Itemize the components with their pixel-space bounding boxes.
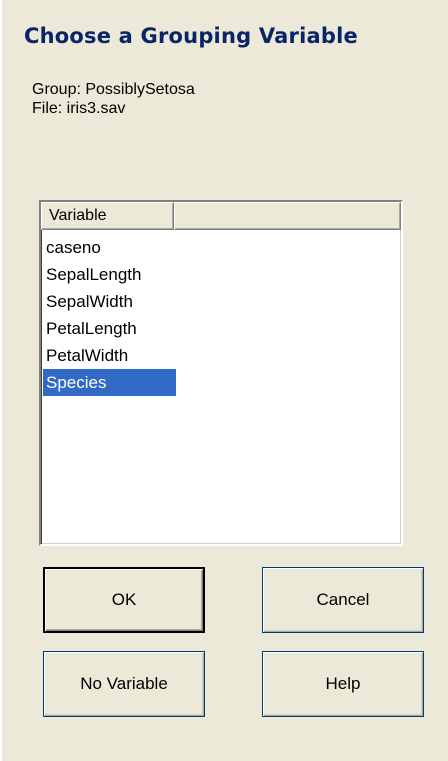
group-label: Group: PossiblySetosa [32,81,195,98]
list-item[interactable]: PetalLength [43,315,141,342]
list-item-selected[interactable]: Species [43,369,176,396]
no-variable-button[interactable]: No Variable [43,651,205,717]
column-header-variable[interactable]: Variable [41,202,174,230]
list-item[interactable]: SepalLength [43,261,145,288]
cancel-button[interactable]: Cancel [262,567,424,633]
list-header: Variable [41,202,401,230]
dialog-title: Choose a Grouping Variable [24,24,358,48]
column-header-blank[interactable] [174,202,401,230]
file-label: File: iris3.sav [32,100,126,117]
list-item[interactable]: caseno [43,234,105,261]
ok-button[interactable]: OK [43,567,205,633]
title-bar: Choose a Grouping Variable [2,0,448,80]
help-button[interactable]: Help [262,651,424,717]
list-item[interactable]: SepalWidth [43,288,137,315]
grouping-variable-dialog: Choose a Grouping Variable Group: Possib… [0,0,448,761]
variable-list[interactable]: Variable caseno SepalLength SepalWidth P… [39,200,403,546]
variable-items: caseno SepalLength SepalWidth PetalLengt… [43,234,176,396]
list-item[interactable]: PetalWidth [43,342,132,369]
